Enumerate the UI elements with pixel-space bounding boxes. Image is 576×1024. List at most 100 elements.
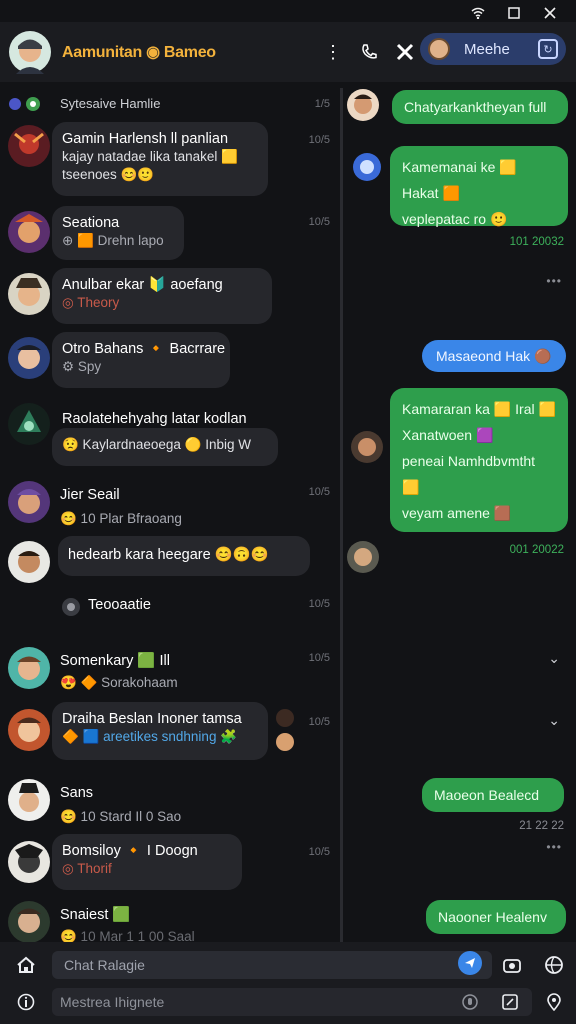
- location-icon[interactable]: [540, 988, 568, 1016]
- message-bubble: Kamemanai ke 🟨 Hakat 🟧 veplepatac ro 🙂: [390, 146, 568, 227]
- message-text: veyam amene 🟫: [402, 505, 512, 521]
- list-item[interactable]: Snaiest 🟩 😊 10 Mar 1 1 00 Saal: [0, 898, 338, 944]
- window-controls: [462, 0, 576, 22]
- avatar: [8, 709, 50, 751]
- message-bubble: Naooner Healenv: [426, 900, 566, 934]
- message-bubble: 😟 Kaylardnaeoega 🟡 Inbig W: [52, 428, 278, 466]
- info-icon[interactable]: [12, 988, 40, 1016]
- list-item-name: Sans: [60, 785, 94, 801]
- avatar: [353, 153, 381, 181]
- list-item-name: Sytesaive Hamlie: [60, 96, 161, 111]
- list-item-name: hedearb kara heegare 😊🙃😊: [68, 547, 269, 563]
- chat-list: Sytesaive Hamlie 1/5 Gamin Harlensh ll p…: [0, 88, 338, 944]
- message-bubble: Otro Bahans 🔸 Bacrrare ⚙ Spy: [52, 332, 230, 388]
- avatar: [347, 541, 379, 573]
- list-item[interactable]: Otro Bahans 🔸 Bacrrare ⚙ Spy: [0, 330, 338, 390]
- message-bubble: Bomsiloy 🔸 I Doogn ◎ Thorif: [52, 834, 242, 890]
- profile-pill[interactable]: Meehe ↻: [420, 33, 566, 65]
- list-item[interactable]: Anulbar ekar 🔰 aoefang ◎ Theory: [0, 266, 338, 326]
- conversation-panel: Chatyarkanktheyan full Kamemanai ke 🟨 Ha…: [344, 88, 576, 942]
- timestamp: 1/5: [314, 98, 330, 110]
- list-item[interactable]: Teooaatie 10/5: [0, 588, 338, 622]
- camera-icon[interactable]: [498, 951, 526, 979]
- message-bubble: Seationa ⊕ 🟧 Drehn lapo: [52, 206, 184, 260]
- avatar: [351, 431, 383, 463]
- close-icon[interactable]: [534, 2, 566, 24]
- message-bubble: Chatyarkanktheyan full: [392, 90, 568, 124]
- list-item-name: Anulbar ekar 🔰 aoefang: [62, 277, 223, 293]
- list-item-preview: ⚙ Spy: [62, 359, 102, 374]
- list-item[interactable]: hedearb kara heegare 😊🙃😊: [0, 534, 338, 583]
- avatar: [8, 211, 50, 253]
- message-bubble: hedearb kara heegare 😊🙃😊: [58, 536, 310, 576]
- message-bubble: Kamararan ka 🟨 Iral 🟨 Xanatwoen 🟪 peneai…: [390, 388, 568, 532]
- reaction-avatars: [276, 709, 294, 751]
- message-text: Maoeon Bealecd: [434, 787, 540, 803]
- list-item[interactable]: Somenkary 🟩 Ill 😍 🔶 Sorakohaam 10/5: [0, 640, 338, 698]
- list-item-name: Snaiest 🟩: [60, 907, 131, 923]
- message-text: Naooner Healenv: [438, 909, 547, 925]
- list-item-name: Raolatehehyahg latar kodlan: [62, 411, 247, 427]
- avatar: [8, 901, 50, 943]
- avatar: [8, 647, 50, 689]
- list-item-preview: 😍 🔶 Sorakohaam: [60, 675, 178, 690]
- list-item-preview: tseenoes 😊🙂: [62, 167, 155, 182]
- list-item-preview: kajay natadae lika tanakel 🟨: [62, 149, 238, 164]
- timestamp: 101 20032: [509, 236, 564, 248]
- timestamp: 10/5: [308, 216, 330, 228]
- message-text: Xanatwoen 🟪: [402, 427, 494, 443]
- list-item[interactable]: Gamin Harlensh ll panlian kajay natadae …: [0, 120, 338, 202]
- message-text: Kamemanai ke 🟨 Hakat 🟧: [402, 159, 517, 201]
- home-icon[interactable]: [12, 951, 40, 979]
- bottom-bar: Chat Ralagie Mestrea Ihignete: [0, 942, 576, 1024]
- chevron-down-icon[interactable]: ⌄: [548, 650, 560, 667]
- avatar: [8, 125, 50, 167]
- send-icon[interactable]: [458, 951, 482, 975]
- timestamp: 001 20022: [509, 544, 564, 556]
- more-icon[interactable]: •••: [546, 840, 562, 854]
- wifi-icon[interactable]: [462, 2, 494, 24]
- timestamp: 10/5: [308, 652, 330, 664]
- message-text: Kamararan ka 🟨 Iral 🟨: [402, 401, 556, 417]
- list-item-name: Bomsiloy 🔸 I Doogn: [62, 843, 198, 859]
- timestamp: 10/5: [308, 598, 330, 610]
- attach-icon[interactable]: [496, 988, 524, 1016]
- list-item[interactable]: Raolatehehyahg latar kodlan 😟 Kaylardnae…: [0, 394, 338, 468]
- list-item-preview: ◎ Theory: [62, 295, 120, 310]
- timestamp: 10/5: [308, 134, 330, 146]
- list-item[interactable]: Sans 😊 10 Stard Il 0 Sao: [0, 774, 338, 828]
- edit-icon[interactable]: ↻: [538, 39, 558, 59]
- list-item[interactable]: Sytesaive Hamlie 1/5: [0, 92, 338, 116]
- profile-avatar[interactable]: [8, 30, 52, 74]
- list-item-name: Draiha Beslan Inoner tamsa: [62, 711, 242, 727]
- message-text: Chatyarkanktheyan full: [404, 99, 547, 115]
- avatar: [8, 273, 50, 315]
- avatar: [8, 541, 50, 583]
- list-item[interactable]: Draiha Beslan Inoner tamsa 🔶 🟦 areetikes…: [0, 702, 338, 764]
- avatar: [8, 779, 50, 821]
- message-text: Masaeond Hak 🟤: [436, 348, 552, 364]
- tools-icon[interactable]: [390, 37, 420, 67]
- list-item-name: Jier Seail: [60, 487, 120, 503]
- list-item[interactable]: Bomsiloy 🔸 I Doogn ◎ Thorif 10/5: [0, 832, 338, 892]
- more-icon[interactable]: ⋮: [318, 37, 348, 67]
- list-item-preview: 🔶 🟦 areetikes sndhning 🧩: [62, 729, 238, 744]
- phone-icon[interactable]: [354, 37, 384, 67]
- more-icon[interactable]: •••: [546, 274, 562, 288]
- message-text: peneai Namhdbvmtht 🟨: [402, 453, 536, 495]
- list-item-preview: 😊 10 Plar Bfraoang: [60, 511, 182, 526]
- chevron-down-icon[interactable]: ⌄: [548, 712, 560, 729]
- mic-icon[interactable]: [456, 988, 484, 1016]
- gear-icon: [62, 598, 80, 616]
- panel-divider: [340, 88, 343, 942]
- list-item[interactable]: Jier Seail 😊 10 Plar Bfraoang 10/5: [0, 472, 338, 528]
- list-item-name: Otro Bahans 🔸 Bacrrare: [62, 341, 226, 357]
- message-bubble: Gamin Harlensh ll panlian kajay natadae …: [52, 122, 268, 196]
- maximize-icon[interactable]: [498, 2, 530, 24]
- list-item[interactable]: Seationa ⊕ 🟧 Drehn lapo 10/5: [0, 204, 338, 264]
- globe-icon[interactable]: [540, 951, 568, 979]
- list-item-preview: 😟 Kaylardnaeoega 🟡 Inbig W: [62, 437, 251, 452]
- app-header: Aamunitan ◉ Bameo ⋮ Meehe ↻: [0, 22, 576, 82]
- list-item-preview: 😊 10 Stard Il 0 Sao: [60, 809, 182, 824]
- chat-input[interactable]: Chat Ralagie: [52, 951, 492, 979]
